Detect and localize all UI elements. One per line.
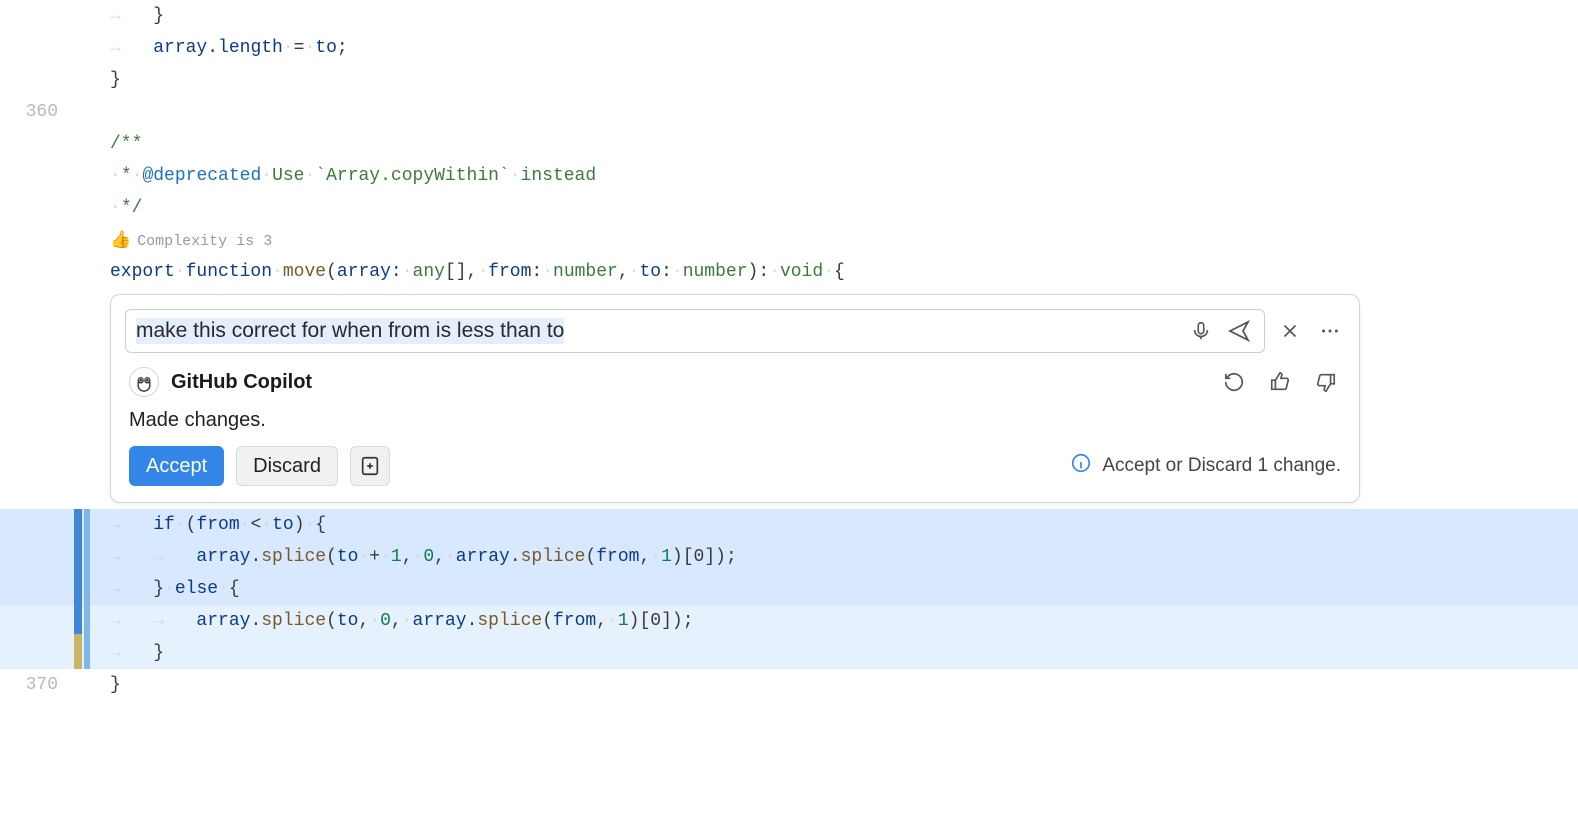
line-number: 370 bbox=[0, 675, 70, 695]
toggle-diff-button[interactable] bbox=[350, 446, 390, 486]
copilot-message: Made changes. bbox=[111, 403, 1359, 446]
code-line[interactable]: → → array.splice(to·+·1,·0,·array.splice… bbox=[0, 541, 1578, 573]
brace-close: } bbox=[153, 6, 164, 26]
code-line[interactable]: 360 bbox=[0, 96, 1578, 128]
thumbs-up-icon[interactable] bbox=[1265, 367, 1295, 397]
copilot-name: GitHub Copilot bbox=[171, 371, 312, 394]
code-line[interactable]: ·*/ bbox=[0, 192, 1578, 224]
codelens[interactable]: 👍 Complexity is 3 bbox=[0, 224, 1578, 256]
codelens-text: Complexity is 3 bbox=[137, 233, 272, 250]
status-text: Accept or Discard 1 change. bbox=[1102, 455, 1341, 477]
code-line[interactable]: 370 } bbox=[0, 669, 1578, 701]
brace-close: } bbox=[110, 70, 121, 90]
code-line[interactable]: → → array.splice(to,·0,·array.splice(fro… bbox=[0, 605, 1578, 637]
prompt-text: make this correct for when from is less … bbox=[136, 318, 564, 344]
code-line[interactable]: ·*·@deprecated·Use·`Array.copyWithin`·in… bbox=[0, 160, 1578, 192]
code-line[interactable]: → array.length·=·to; bbox=[0, 32, 1578, 64]
line-number: 360 bbox=[0, 102, 70, 122]
code-line[interactable]: } bbox=[0, 64, 1578, 96]
info-icon bbox=[1070, 452, 1092, 480]
code-line[interactable]: export·function·move(array:·any[],·from:… bbox=[0, 256, 1578, 288]
code-line[interactable]: → } bbox=[0, 637, 1578, 669]
discard-button[interactable]: Discard bbox=[236, 446, 338, 486]
more-icon[interactable] bbox=[1315, 316, 1345, 346]
thumbs-down-icon[interactable] bbox=[1311, 367, 1341, 397]
thumbs-up-icon: 👍 bbox=[110, 232, 131, 251]
mic-icon[interactable] bbox=[1186, 316, 1216, 346]
code-line[interactable]: → if·(from·<·to)·{ bbox=[0, 509, 1578, 541]
copilot-avatar-icon bbox=[129, 367, 159, 397]
accept-button[interactable]: Accept bbox=[129, 446, 224, 486]
diff-region[interactable]: → if·(from·<·to)·{ → → array.splice(to·+… bbox=[0, 509, 1578, 669]
code-line[interactable]: → }·else·{ bbox=[0, 573, 1578, 605]
regenerate-icon[interactable] bbox=[1219, 367, 1249, 397]
code-editor[interactable]: → } → array.length·=·to; } 360 /** ·*·@d… bbox=[0, 0, 1578, 701]
inline-chat-panel: make this correct for when from is less … bbox=[110, 294, 1360, 503]
send-icon[interactable] bbox=[1224, 316, 1254, 346]
prompt-input[interactable]: make this correct for when from is less … bbox=[125, 309, 1265, 353]
code-line[interactable]: → } bbox=[0, 0, 1578, 32]
code-line[interactable]: /** bbox=[0, 128, 1578, 160]
close-icon[interactable] bbox=[1275, 316, 1305, 346]
